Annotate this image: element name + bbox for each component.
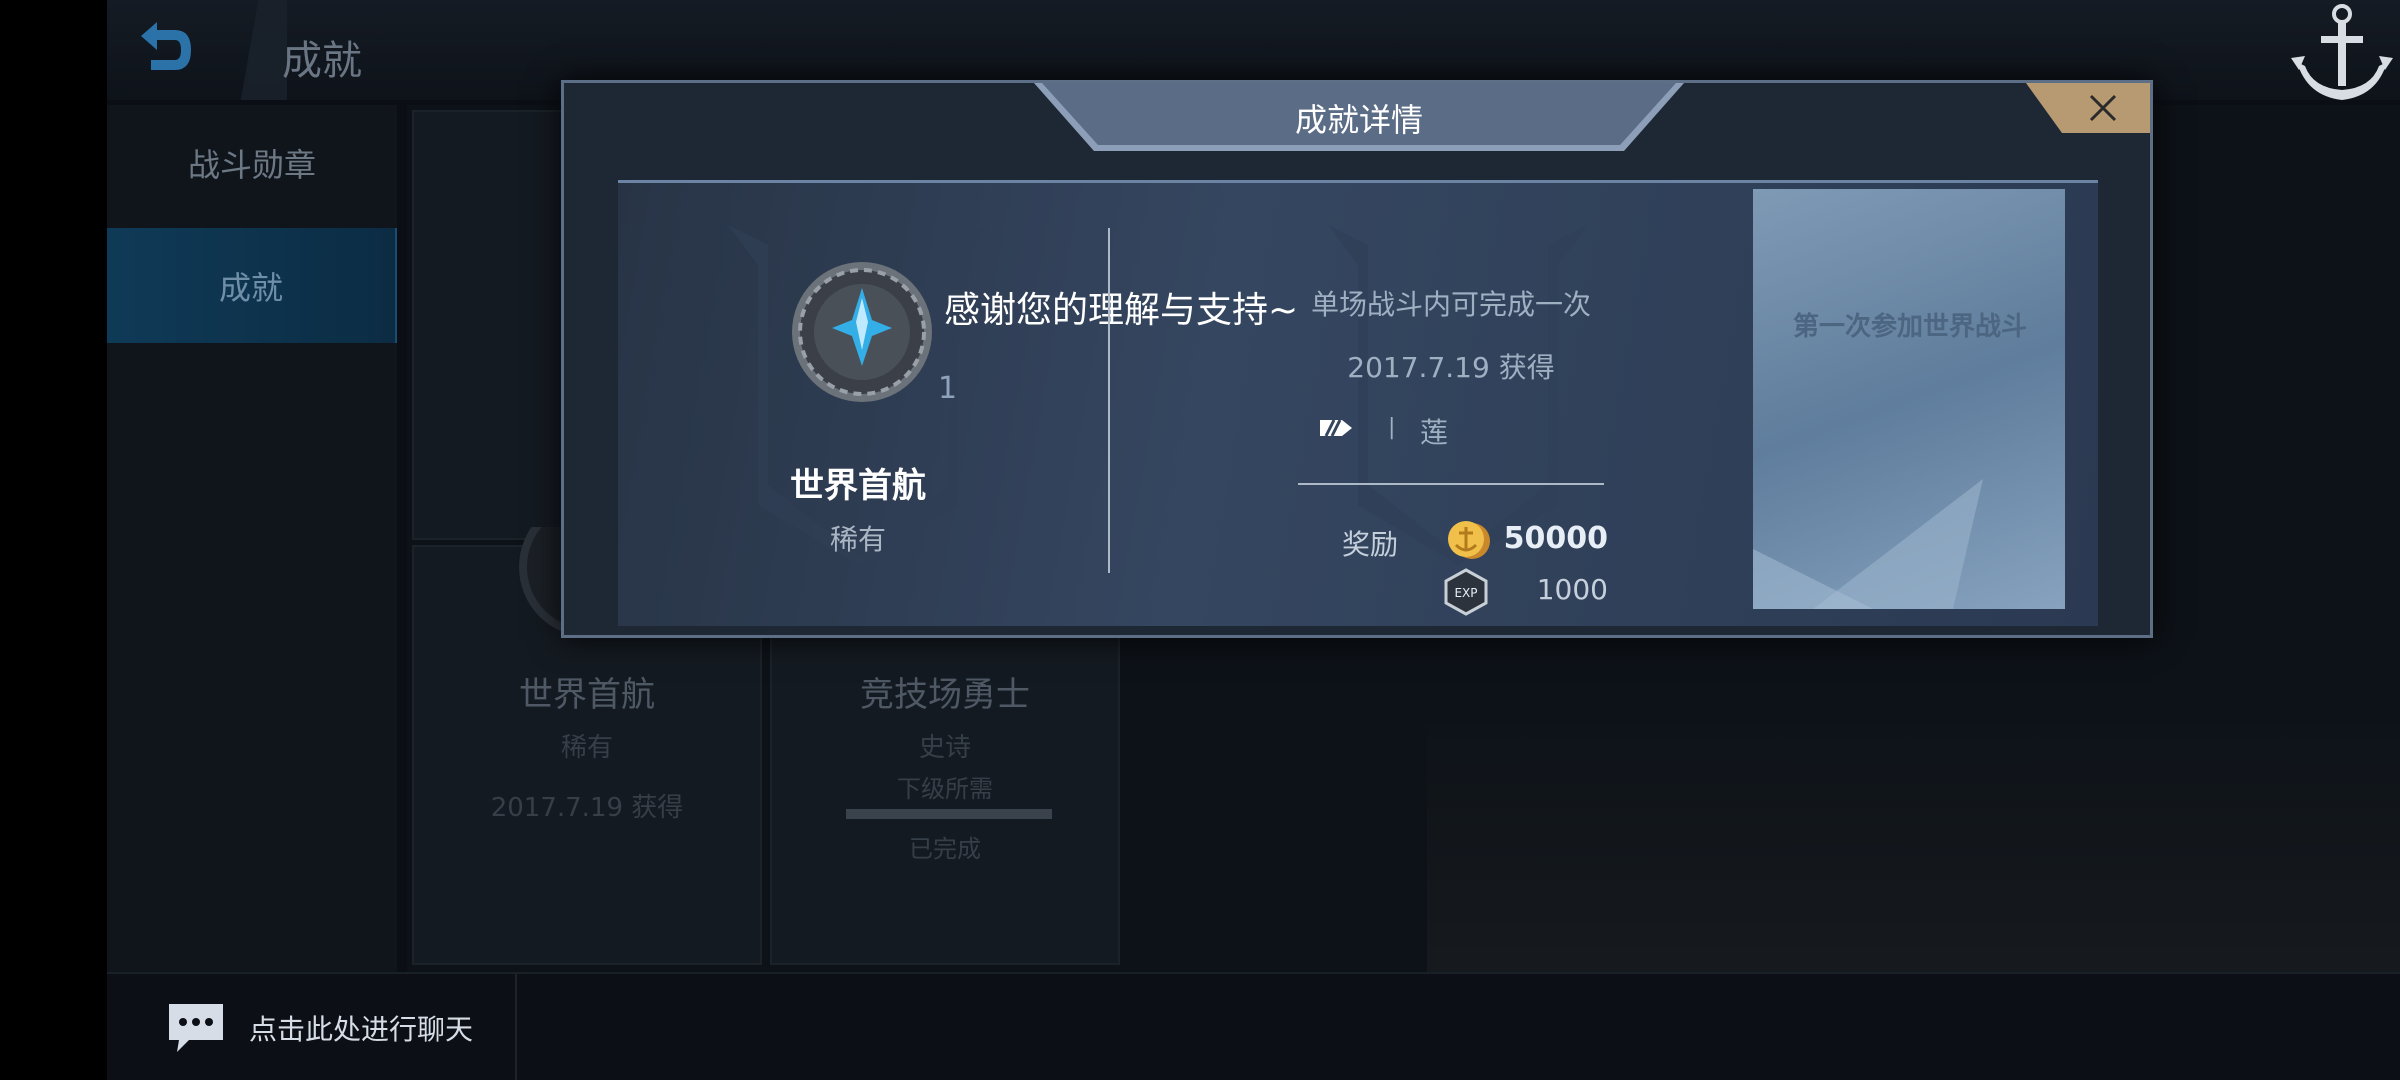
back-arrow-icon[interactable]: [131, 18, 197, 80]
chat-bar: 点击此处进行聊天: [107, 972, 2400, 1080]
chat-label: 点击此处进行聊天: [249, 1013, 474, 1046]
sidebar: 战斗勋章 成就: [107, 105, 397, 975]
card-status: 已完成: [909, 835, 981, 863]
reward-label: 奖励: [1341, 528, 1398, 561]
player-separator: |: [1388, 415, 1396, 440]
card-rarity: 史诗: [918, 733, 971, 763]
horizontal-divider: [1298, 483, 1604, 485]
badge-count: 1: [938, 371, 958, 406]
reward-gold-amount: 50000: [1503, 521, 1608, 556]
sidebar-item-battle-medals[interactable]: 战斗勋章: [107, 105, 397, 220]
card-title: 竞技场勇士: [860, 675, 1030, 715]
close-button[interactable]: [2026, 83, 2150, 133]
sidebar-item-label: 成就: [218, 268, 283, 307]
svg-text:EXP: EXP: [1454, 586, 1477, 600]
close-icon: [2089, 94, 2117, 122]
chat-bubble-icon: [169, 1004, 223, 1052]
achievement-medal-icon: [792, 262, 932, 402]
obtained-date: 2017.7.19 获得: [1347, 351, 1555, 384]
dialog-title: 成就详情: [1294, 101, 1423, 139]
player-name: 莲: [1420, 416, 1449, 449]
player-info: | 莲: [1298, 411, 1604, 451]
exp-icon: EXP: [1444, 568, 1488, 616]
achievement-description-box: 第一次参加世界战斗: [1753, 189, 2065, 609]
card-date: 2017.7.19 获得: [490, 793, 684, 823]
achievement-name: 世界首航: [790, 466, 926, 506]
title-tab-edge: [227, 0, 287, 100]
gold-coin-icon: [1448, 521, 1490, 559]
sidebar-item-achievements[interactable]: 成就: [107, 228, 397, 343]
dialog-header: 成就详情: [1034, 83, 1684, 151]
card-title: 世界首航: [519, 675, 655, 715]
card-progress-bar: [846, 809, 1052, 819]
card-next-level-label: 下级所需: [897, 775, 993, 803]
anchor-icon: [2291, 4, 2393, 100]
shield-watermark-icon: [1328, 225, 1588, 565]
game-screen: 成就 战斗勋章 成就 世界首航 稀有 2017.7.19 获得 竞技场勇士 史诗…: [107, 0, 2400, 1080]
player-flag-icon: [1320, 419, 1352, 437]
card-rarity: 稀有: [560, 733, 613, 763]
vertical-divider: [1108, 228, 1110, 573]
achievement-rarity: 稀有: [829, 523, 886, 556]
overlay-message: 感谢您的理解与支持~: [944, 290, 1299, 331]
description-decoration: [1753, 479, 1983, 609]
reward-exp-amount: 1000: [1536, 573, 1608, 606]
sidebar-item-label: 战斗勋章: [187, 145, 316, 184]
achievement-condition: 单场战斗内可完成一次: [1310, 288, 1591, 321]
achievement-description: 第一次参加世界战斗: [1793, 312, 2028, 342]
chat-button[interactable]: 点击此处进行聊天: [107, 974, 517, 1080]
screen-left-margin: [0, 0, 107, 1080]
achievement-detail-panel: 1 感谢您的理解与支持~ 世界首航 稀有 单场战斗内可完成一次 2017.7.1…: [618, 180, 2098, 626]
page-title: 成就: [282, 38, 362, 84]
achievement-detail-dialog: 成就详情 1 感谢您的理解与支持~ 世界首航 稀有 单场战斗内可完成一次 201…: [561, 80, 2153, 638]
